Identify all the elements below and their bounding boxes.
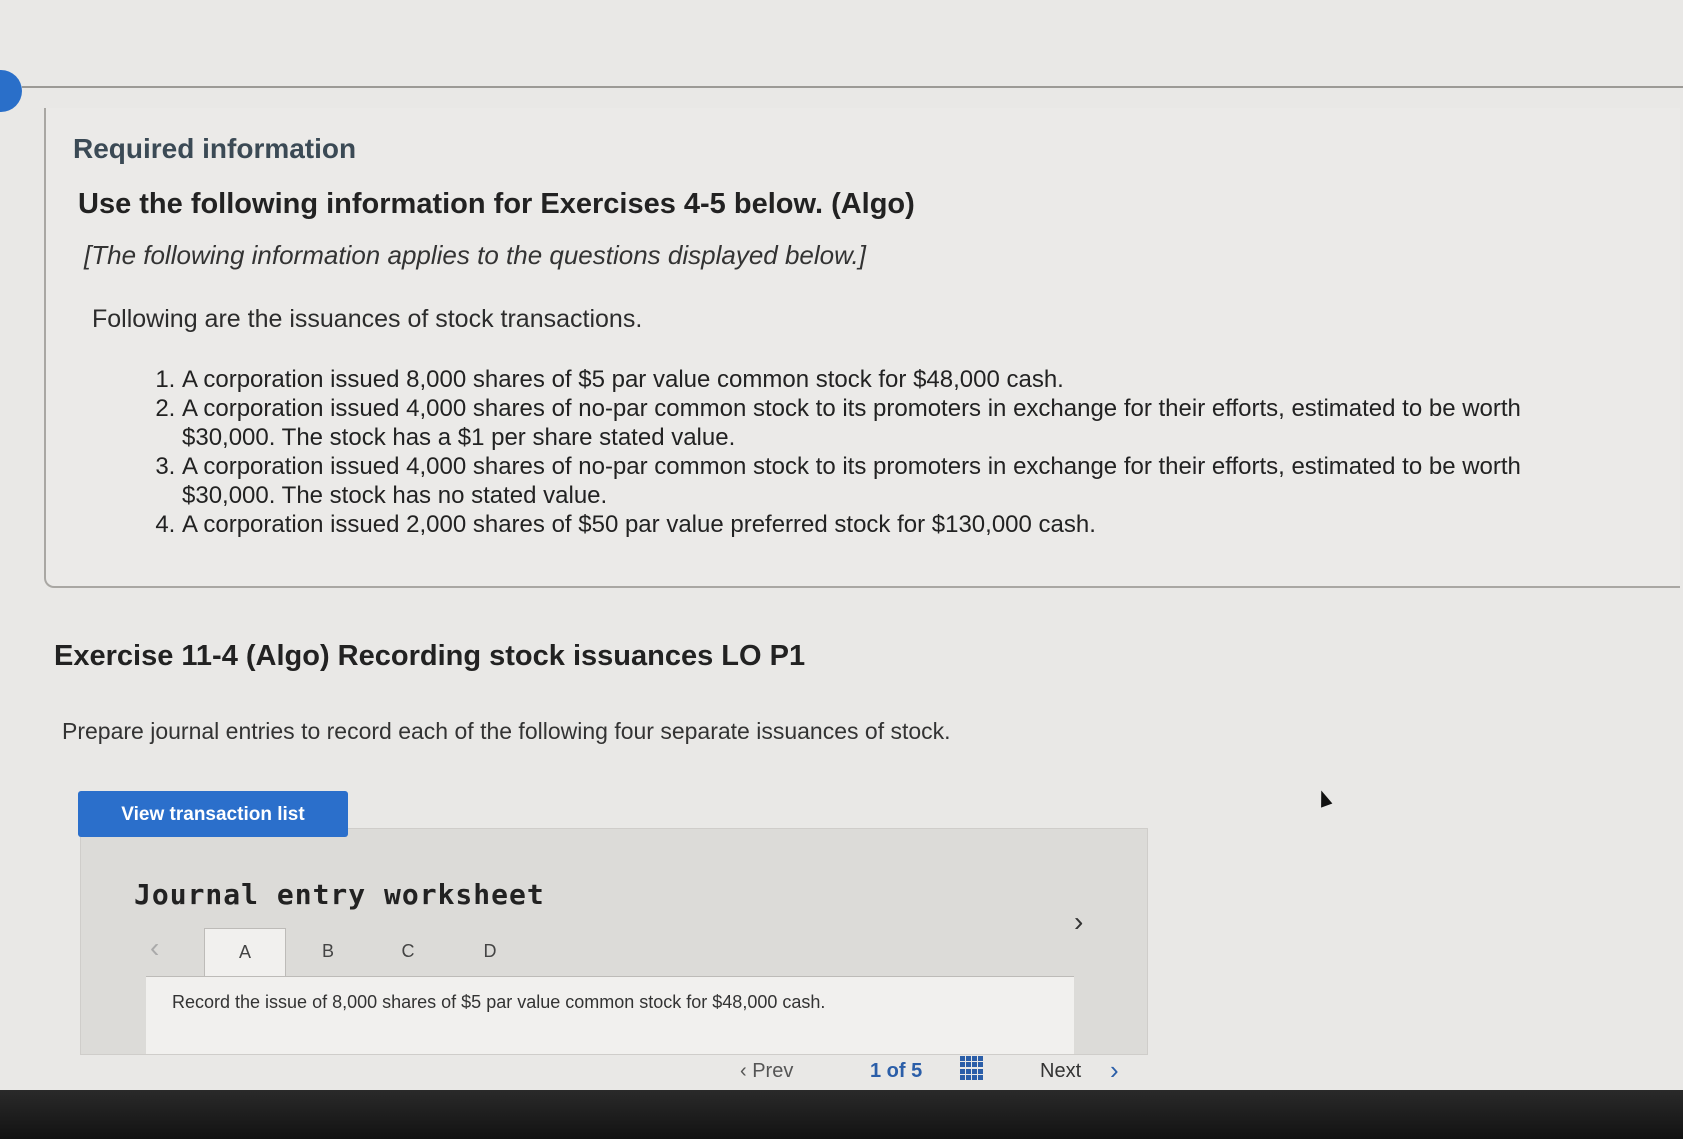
exercise-info-heading: Use the following information for Exerci…	[78, 188, 915, 220]
required-information-heading: Required information	[73, 133, 357, 164]
prev-button[interactable]: ‹ Prev	[740, 1060, 793, 1083]
tab-panel	[146, 976, 1074, 1054]
transaction-item: A corporation issued 2,000 shares of $50…	[182, 510, 1602, 539]
page-indicator: 1 of 5	[870, 1060, 923, 1082]
prev-label: Prev	[752, 1060, 794, 1082]
tab-d[interactable]: D	[450, 928, 530, 978]
tab-b[interactable]: B	[288, 928, 368, 978]
transaction-item: A corporation issued 4,000 shares of no-…	[182, 452, 1602, 510]
exercise-title: Exercise 11-4 (Algo) Recording stock iss…	[54, 640, 806, 672]
tab-a[interactable]: A	[204, 928, 286, 979]
record-instruction: Record the issue of 8,000 shares of $5 p…	[172, 992, 826, 1012]
top-divider	[22, 86, 1683, 88]
info-note: [The following information applies to th…	[84, 240, 866, 270]
view-transaction-list-button[interactable]: View transaction list	[78, 791, 348, 837]
transaction-item: A corporation issued 4,000 shares of no-…	[182, 394, 1602, 452]
screen-bottom-bezel	[0, 1090, 1683, 1139]
mouse-cursor-icon	[1315, 788, 1333, 808]
next-button[interactable]: Next	[1040, 1060, 1081, 1083]
next-label: Next	[1040, 1060, 1082, 1082]
chevron-right-icon[interactable]: ›	[1110, 1055, 1119, 1086]
tab-c[interactable]: C	[368, 928, 448, 978]
info-intro: Following are the issuances of stock tra…	[92, 305, 643, 333]
grid-icon[interactable]	[960, 1056, 984, 1080]
chevron-right-icon[interactable]: ›	[1074, 906, 1083, 938]
worksheet-title: Journal entry worksheet	[134, 878, 545, 911]
instructions-text: Prepare journal entries to record each o…	[62, 718, 951, 744]
transaction-item: A corporation issued 8,000 shares of $5 …	[182, 365, 1602, 394]
chevron-left-icon[interactable]: ‹	[150, 932, 159, 964]
transaction-list: A corporation issued 8,000 shares of $5 …	[140, 365, 1602, 539]
left-badge	[0, 70, 22, 112]
